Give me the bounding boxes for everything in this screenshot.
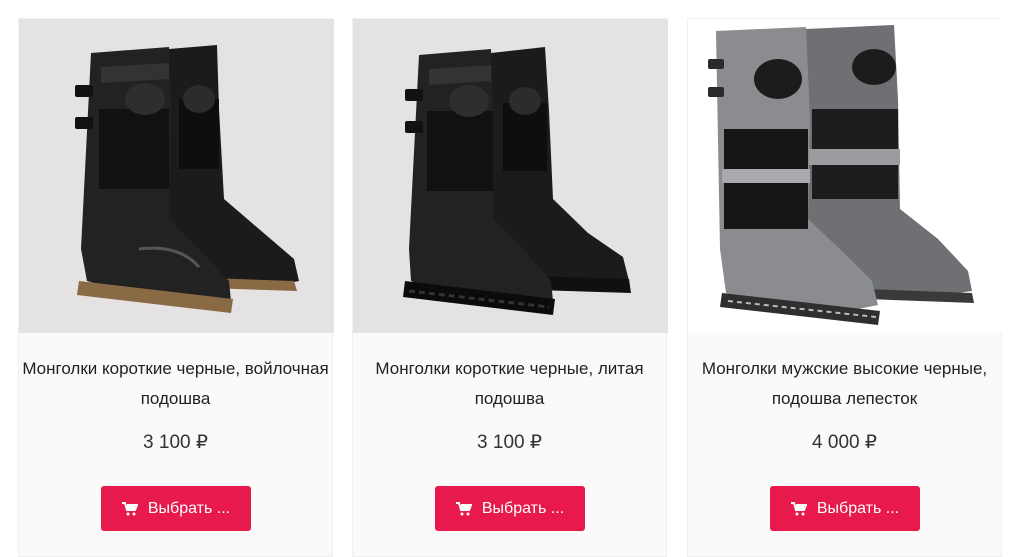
product-price: 3 100 ₽ <box>143 432 208 453</box>
product-grid: Монголки короткие черные, войлочная подо… <box>0 0 1022 557</box>
product-title[interactable]: Монголки короткие черные, литая подошва <box>353 354 666 414</box>
product-price: 3 100 ₽ <box>477 432 542 453</box>
product-price: 4 000 ₽ <box>812 432 877 453</box>
product-image-boots-felt-sole[interactable] <box>19 19 334 333</box>
select-button[interactable]: Выбрать ... <box>435 486 585 531</box>
select-button[interactable]: Выбрать ... <box>770 486 920 531</box>
product-card: Монголки короткие черные, литая подошва … <box>352 18 668 557</box>
product-title[interactable]: Монголки короткие черные, войлочная подо… <box>19 354 332 414</box>
select-button-label: Выбрать ... <box>816 499 900 517</box>
cart-icon <box>455 501 472 516</box>
product-card: Монголки короткие черные, войлочная подо… <box>18 18 334 557</box>
product-title[interactable]: Монголки мужские высокие черные, подошва… <box>688 354 1001 414</box>
product-image-boots-cast-sole[interactable] <box>353 19 668 333</box>
select-button-label: Выбрать ... <box>147 499 231 517</box>
product-card: Монголки мужские высокие черные, подошва… <box>687 18 1003 557</box>
cart-icon <box>121 501 138 516</box>
cart-icon <box>790 501 807 516</box>
product-image-boots-petal-sole[interactable] <box>688 19 1003 333</box>
select-button-label: Выбрать ... <box>481 499 565 517</box>
select-button[interactable]: Выбрать ... <box>101 486 251 531</box>
